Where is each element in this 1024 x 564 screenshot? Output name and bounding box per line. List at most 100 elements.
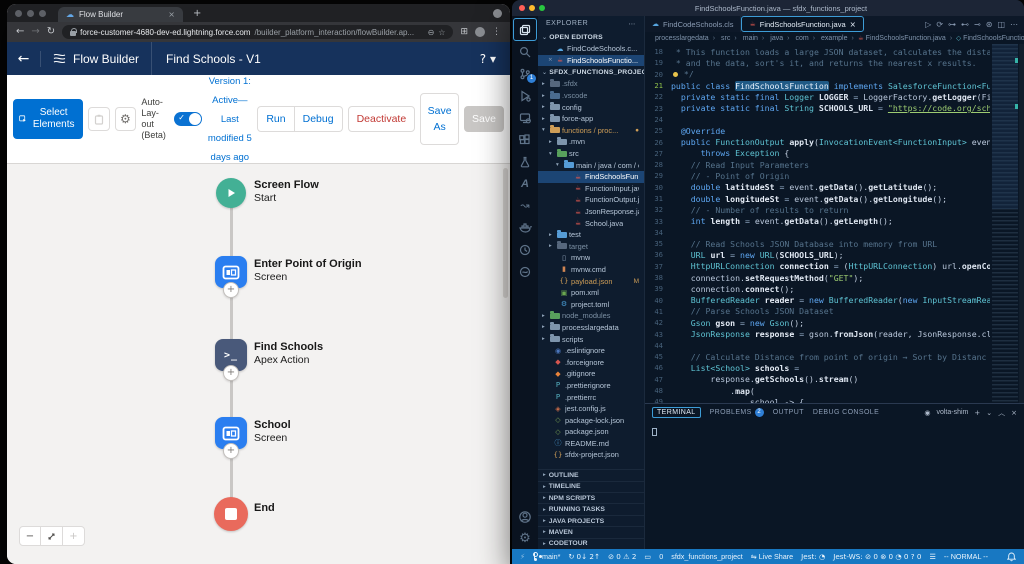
more-actions-icon[interactable]: ⋯ — [629, 20, 637, 28]
code-line[interactable]: 49 school -> { — [645, 396, 990, 403]
code-line[interactable]: 37 HttpURLConnection connection = (HttpU… — [645, 261, 990, 272]
tab-debug-console[interactable]: DEBUG CONSOLE — [813, 409, 879, 416]
tab-problems[interactable]: PROBLEMS 2 — [710, 408, 764, 417]
new-terminal-icon[interactable]: + — [974, 409, 980, 417]
editor-scrollbar[interactable] — [1019, 44, 1024, 403]
code-line[interactable]: 24 — [645, 114, 990, 125]
code-line[interactable]: 28 // Read Input Parameters — [645, 159, 990, 170]
step-out-icon[interactable]: ⊸ — [974, 20, 981, 29]
zoom-fit-button[interactable] — [41, 526, 63, 546]
save-button[interactable]: Save — [464, 106, 504, 132]
extensions-puzzle-icon[interactable]: ⊞ — [460, 27, 468, 37]
remote-explorer-icon[interactable] — [514, 107, 536, 128]
save-as-button[interactable]: Save As — [420, 93, 459, 145]
code-line[interactable]: 27 throws Exception { — [645, 148, 990, 159]
tree-item[interactable]: ☕ School.java — [538, 217, 644, 229]
zoom-icon[interactable]: ⊖ — [428, 28, 435, 37]
help-menu[interactable]: ? ▾ — [480, 52, 510, 66]
open-editor-item[interactable]: ☁ FindCodeSchools.c... — [538, 43, 644, 55]
git-branch-status[interactable]: main* — [533, 552, 560, 561]
more-actions-icon[interactable]: ⋯ — [1010, 20, 1018, 29]
tree-item[interactable]: ▸ scripts — [538, 333, 644, 345]
explorer-icon[interactable] — [514, 19, 536, 40]
tree-item[interactable]: ▸ .mvn — [538, 136, 644, 148]
tree-item[interactable]: ☕ FunctionOutput.j... — [538, 194, 644, 206]
sonarlint-icon[interactable] — [514, 261, 536, 282]
tree-item[interactable]: ▸ config — [538, 101, 644, 113]
code-line[interactable]: 31 double longitudeSt = event.getData().… — [645, 193, 990, 204]
extensions-icon[interactable] — [514, 129, 536, 150]
jest-ws-status[interactable]: Jest-WS: ⊘ 0 ⊗ 0 ◔ 0 ? 0 — [833, 552, 921, 561]
select-elements-button[interactable]: Select Elements — [13, 99, 83, 139]
remote-indicator-icon[interactable]: ⚡ — [520, 552, 525, 561]
settings-gear-icon[interactable]: ⚙ — [514, 528, 536, 549]
forward-icon[interactable]: → — [31, 27, 39, 37]
version-status-link[interactable]: Version 1: Active—Last modified 5 days a… — [207, 72, 252, 167]
source-control-icon[interactable]: 1 — [514, 63, 536, 84]
tree-item[interactable]: ▯ mvnw — [538, 252, 644, 264]
flow-back-button[interactable]: ← — [7, 51, 41, 67]
tab-terminal[interactable]: TERMINAL — [652, 407, 701, 418]
code-line[interactable]: 34 — [645, 227, 990, 238]
tab-findcodeschools[interactable]: ☁ FindCodeSchools.cls — [645, 16, 741, 32]
terminal-dropdown-icon[interactable]: ⌄ — [986, 409, 992, 417]
sidebar-section[interactable]: ▸ CODETOUR — [538, 538, 644, 549]
code-line[interactable]: 48 .map( — [645, 385, 990, 396]
code-line[interactable]: 25 @Override — [645, 125, 990, 136]
add-element-button[interactable]: + — [223, 282, 239, 298]
tree-item[interactable]: ▸ processlargedata — [538, 322, 644, 334]
code-line[interactable]: 40 BufferedReader reader = new BufferedR… — [645, 295, 990, 306]
new-tab-button[interactable]: + — [193, 8, 201, 19]
shell-name[interactable]: volta-shim — [936, 409, 968, 416]
tree-item[interactable]: ☕ FindSchoolsFun... — [538, 171, 644, 183]
run-button[interactable]: Run — [257, 106, 294, 132]
jest-status[interactable]: Jest: ◔ — [801, 552, 825, 561]
address-bar[interactable]: force-customer-4680-dev-ed.lightning.for… — [62, 25, 453, 39]
restart-icon[interactable]: ⊛ — [986, 20, 993, 29]
code-line[interactable]: 32 // - Number of results to return — [645, 204, 990, 215]
editor-layout-icon[interactable]: ▭ — [644, 552, 651, 561]
tree-item[interactable]: ▸ .sfdx — [538, 78, 644, 90]
tree-item[interactable]: ▸ .vscode — [538, 90, 644, 102]
code-line[interactable]: 26 public FunctionOutput apply(Invocatio… — [645, 136, 990, 147]
code-line[interactable]: 22 private static final Logger LOGGER = … — [645, 91, 990, 102]
sidebar-section[interactable]: ▸ TIMELINE — [538, 481, 644, 492]
canvas-scrollbar[interactable] — [503, 168, 508, 298]
profile-avatar-icon[interactable] — [493, 9, 502, 18]
add-element-button[interactable]: + — [223, 365, 239, 381]
code-line[interactable]: 29 // - Point of Origin — [645, 170, 990, 181]
minimize-window-icon[interactable] — [529, 5, 535, 11]
docker-icon[interactable] — [514, 217, 536, 238]
search-icon[interactable] — [514, 41, 536, 62]
close-editor-icon[interactable]: × — [548, 57, 555, 63]
maximize-panel-icon[interactable]: ︿ — [998, 408, 1005, 418]
project-section-header[interactable]: ⌄SFDX_FUNCTIONS_PROJECT — [538, 66, 644, 78]
code-line[interactable]: 30 double latitudeSt = event.getData().g… — [645, 182, 990, 193]
code-line[interactable]: 46 List<School> schools = — [645, 362, 990, 373]
breadcrumb-item[interactable]: ☕ FindSchoolsFunction.java — [858, 34, 954, 42]
breadcrumb-item[interactable]: com — [793, 35, 817, 42]
code-line[interactable]: 42 Gson gson = new Gson(); — [645, 317, 990, 328]
tree-item[interactable]: ☕ FunctionInput.java — [538, 183, 644, 195]
tree-item[interactable]: ▮ mvnw.cmd — [538, 264, 644, 276]
tree-item[interactable]: ▸ force-app — [538, 113, 644, 125]
tree-item[interactable]: ◉ .eslintignore — [538, 345, 644, 357]
debug-button[interactable]: Debug — [295, 106, 343, 132]
notifications-bell[interactable] — [1007, 552, 1016, 562]
code-line[interactable]: 23 private static final String SCHOOLS_U… — [645, 102, 990, 113]
code-line[interactable]: 43 JsonResponse response = gson.fromJson… — [645, 328, 990, 339]
window-controls[interactable] — [15, 10, 46, 17]
sidebar-section[interactable]: ▸ NPM SCRIPTS — [538, 492, 644, 503]
code-line[interactable]: 45 // Calculate Distance from point of o… — [645, 351, 990, 362]
ports-status[interactable]: 0 — [659, 552, 663, 561]
back-icon[interactable]: ← — [16, 27, 24, 37]
breadcrumb[interactable]: processlargedata src main java com — [645, 32, 1024, 44]
tasks-icon[interactable]: ☰ — [929, 552, 935, 561]
sidebar-section[interactable]: ▸ MAVEN — [538, 526, 644, 537]
browser-avatar-icon[interactable] — [475, 27, 485, 37]
zoom-window-icon[interactable] — [39, 10, 46, 17]
code-line[interactable]: 47 response.getSchools().stream() — [645, 374, 990, 385]
code-line[interactable]: 18 * This function loads a large JSON da… — [645, 46, 990, 57]
tree-item[interactable]: ◇ package-lock.json — [538, 414, 644, 426]
step-over-icon[interactable]: ⊶ — [948, 20, 956, 29]
